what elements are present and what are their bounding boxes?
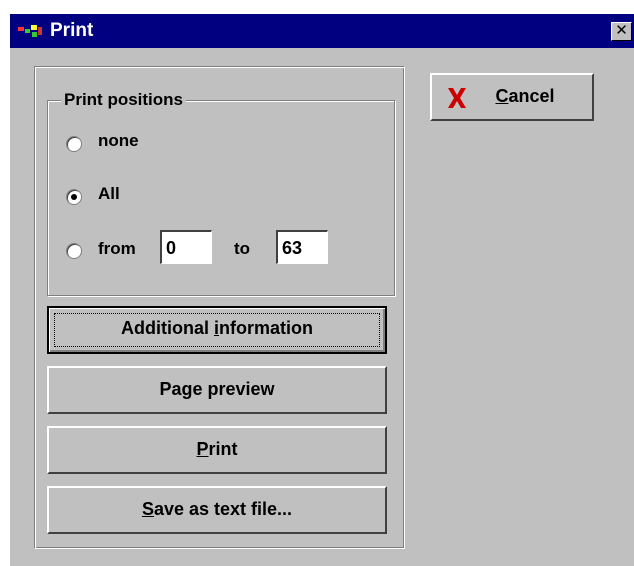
radio-all-label[interactable]: All (98, 184, 120, 204)
save-as-text-file-label: Save as text file... (141, 499, 293, 519)
page-preview-label: Page preview (159, 379, 275, 399)
cancel-label: Cancel (495, 86, 555, 106)
printer-app-icon (18, 25, 42, 37)
window-title: Print (50, 20, 94, 41)
radio-from-label[interactable]: from (98, 239, 136, 259)
radio-all[interactable] (66, 189, 82, 205)
radio-none[interactable] (66, 136, 82, 152)
close-button[interactable]: ✕ (611, 22, 632, 41)
cancel-button[interactable]: Cancel (430, 73, 594, 121)
x-cross-icon (448, 88, 466, 108)
to-field[interactable]: 63 (276, 230, 328, 264)
print-dialog: Print ✕ Print positions none All from 0 … (10, 14, 634, 566)
print-label: Print (196, 439, 238, 459)
to-label: to (234, 239, 251, 258)
print-button[interactable]: Print (47, 426, 387, 474)
print-positions-legend: Print positions (61, 90, 186, 110)
title-bar[interactable]: Print ✕ (10, 14, 634, 48)
additional-information-button[interactable]: Additional information (47, 306, 387, 354)
close-icon: ✕ (615, 22, 628, 39)
additional-information-label: Additional information (120, 318, 313, 338)
radio-selected-dot (71, 194, 77, 200)
radio-from[interactable] (66, 243, 82, 259)
page-preview-button[interactable]: Page preview (47, 366, 387, 414)
from-field[interactable]: 0 (160, 230, 212, 264)
radio-none-label[interactable]: none (98, 131, 139, 151)
save-as-text-file-button[interactable]: Save as text file... (47, 486, 387, 534)
